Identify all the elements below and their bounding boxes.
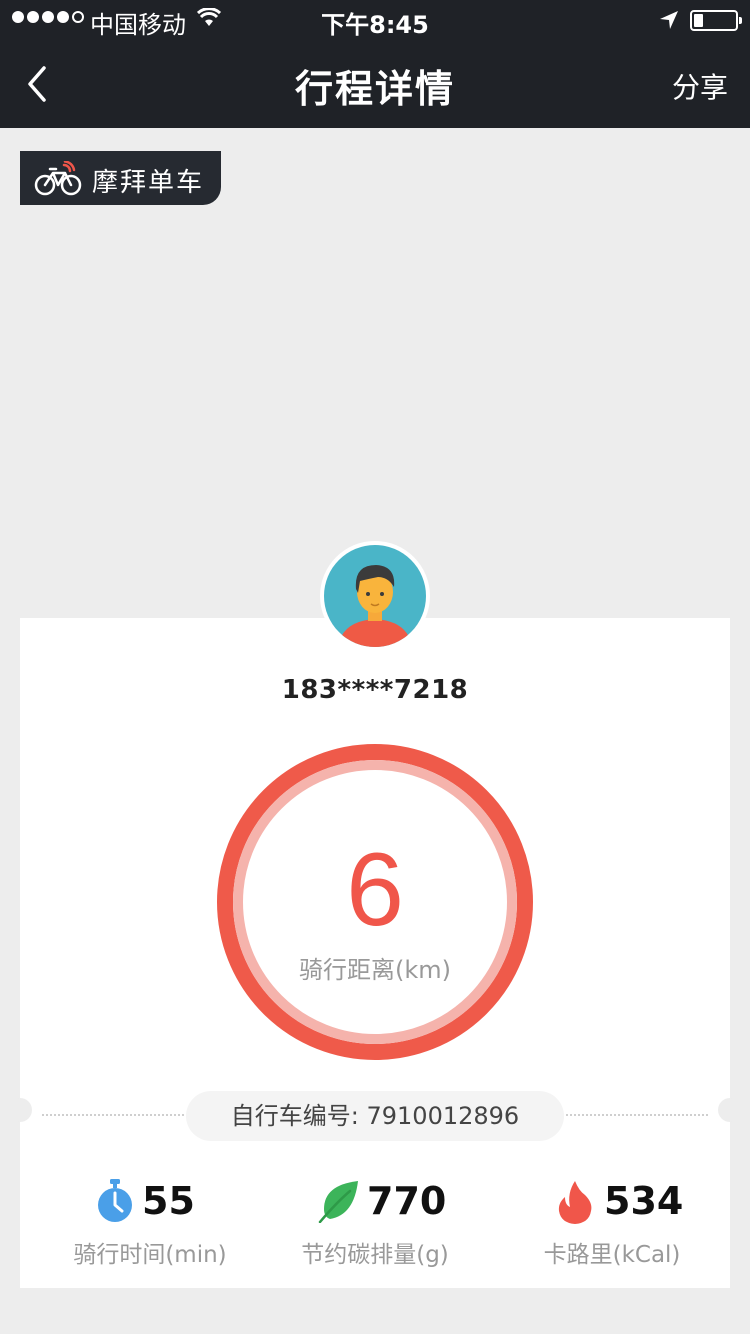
- brand-name: 摩拜单车: [92, 168, 205, 198]
- distance-label: 骑行距离(km): [298, 956, 451, 984]
- distance-value: 6: [346, 832, 404, 948]
- flame-icon: [558, 1181, 592, 1224]
- card-divider-right: [566, 1114, 708, 1116]
- share-button[interactable]: 分享: [672, 66, 728, 106]
- ride-time-label: 骑行时间(min): [73, 1242, 227, 1268]
- card-notch-left: [8, 1098, 32, 1122]
- user-phone: 183****7218: [281, 675, 469, 705]
- avatar[interactable]: [320, 541, 430, 651]
- calories-label: 卡路里(kCal): [543, 1242, 681, 1268]
- status-bar: 中国移动 下午8:45: [0, 0, 750, 40]
- carbon-saved-value: 770: [367, 1179, 447, 1223]
- bicycle-icon: [34, 161, 82, 196]
- stopwatch-icon: [98, 1179, 132, 1222]
- calories-value: 534: [604, 1179, 684, 1223]
- brand-badge: 摩拜单车: [20, 151, 221, 205]
- stat-carbon-saved: 770 节约碳排量(g): [260, 1175, 490, 1268]
- battery-icon: [690, 10, 742, 31]
- card-notch-right: [718, 1098, 742, 1122]
- nav-bar: 行程详情 分享: [0, 40, 750, 128]
- stat-ride-time: 55 骑行时间(min): [35, 1175, 265, 1268]
- ride-time-value: 55: [142, 1179, 195, 1223]
- user-avatar-icon: [324, 545, 426, 647]
- leaf-icon: [318, 1181, 358, 1223]
- stat-calories: 534 卡路里(kCal): [497, 1175, 727, 1268]
- card-divider-left: [42, 1114, 184, 1116]
- location-arrow-icon: [660, 11, 678, 29]
- page-title: 行程详情: [294, 67, 455, 111]
- status-time: 下午8:45: [321, 11, 429, 39]
- carbon-saved-label: 节约碳排量(g): [301, 1242, 449, 1268]
- bike-id-badge: 自行车编号: 7910012896: [186, 1091, 564, 1141]
